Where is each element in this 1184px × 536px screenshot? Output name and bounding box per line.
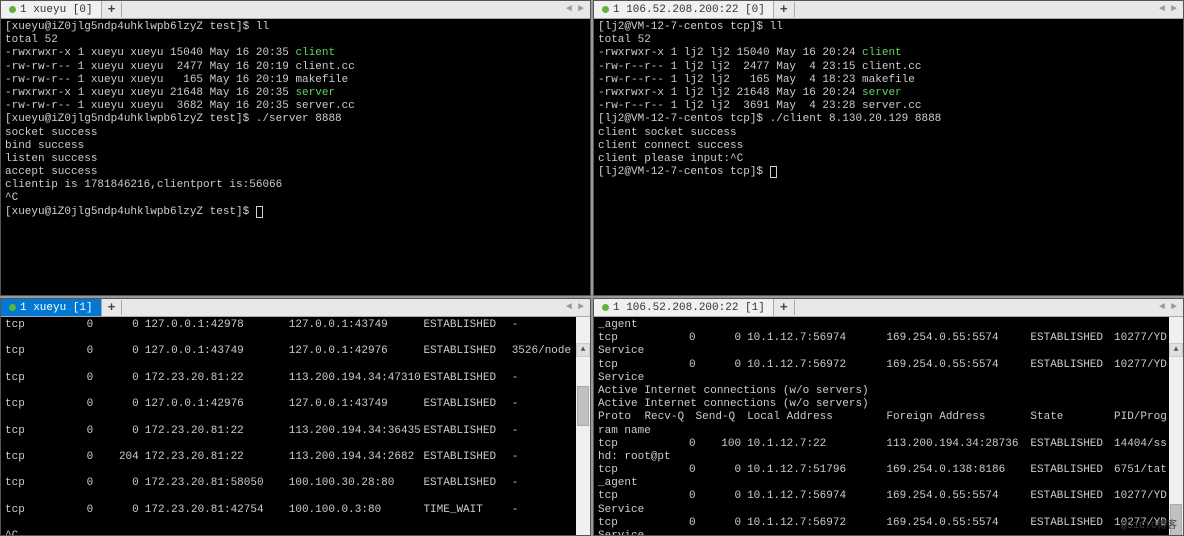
- status-dot-icon: [9, 304, 16, 311]
- terminal-output[interactable]: [xueyu@iZ0jlg5ndp4uhklwpb6lzyZ test]$ ll…: [1, 19, 590, 295]
- tab-bar: 1 106.52.208.200:22 [1] + ◄ ►: [594, 299, 1183, 317]
- tab-bar: 1 106.52.208.200:22 [0] + ◄ ►: [594, 1, 1183, 19]
- add-tab-button[interactable]: +: [102, 2, 123, 17]
- table-row: tcp0010.1.12.7:56972169.254.0.55:5574EST…: [598, 517, 1179, 530]
- tab-nav-right-icon[interactable]: ►: [576, 302, 586, 313]
- tab-session[interactable]: 1 106.52.208.200:22 [1]: [594, 299, 774, 316]
- tab-bar: 1 xueyu [0] + ◄ ►: [1, 1, 590, 19]
- status-dot-icon: [602, 6, 609, 13]
- tab-session[interactable]: 1 xueyu [0]: [1, 1, 102, 18]
- table-row: tcp0010.1.12.7:56972169.254.0.55:5574EST…: [598, 359, 1179, 372]
- scrollbar[interactable]: ▲: [576, 317, 590, 535]
- table-row: tcp010010.1.12.7:22113.200.194.34:28736E…: [598, 438, 1179, 451]
- tab-label: 1 106.52.208.200:22 [1]: [613, 302, 765, 314]
- terminal-output[interactable]: tcp00127.0.0.1:42978127.0.0.1:43749ESTAB…: [1, 317, 590, 535]
- pane-top-left: 1 xueyu [0] + ◄ ► [xueyu@iZ0jlg5ndp4uhkl…: [0, 0, 591, 296]
- tab-label: 1 106.52.208.200:22 [0]: [613, 4, 765, 16]
- scrollbar[interactable]: ▲: [1169, 317, 1183, 535]
- tab-nav-left-icon[interactable]: ◄: [564, 302, 574, 313]
- pane-bottom-left: 1 xueyu [1] + ◄ ► tcp00127.0.0.1:4297812…: [0, 298, 591, 536]
- scroll-up-icon[interactable]: ▲: [576, 343, 590, 357]
- table-row: tcp0010.1.12.7:56974169.254.0.55:5574EST…: [598, 332, 1179, 345]
- tab-nav-left-icon[interactable]: ◄: [564, 4, 574, 15]
- tab-session[interactable]: 1 106.52.208.200:22 [0]: [594, 1, 774, 18]
- table-row: tcp00172.23.20.81:22113.200.194.34:47310…: [5, 372, 586, 385]
- scroll-up-icon[interactable]: ▲: [1169, 343, 1183, 357]
- terminal-output[interactable]: _agenttcp0010.1.12.7:56974169.254.0.55:5…: [594, 317, 1183, 535]
- table-row: tcp0010.1.12.7:51796169.254.0.138:8186ES…: [598, 464, 1179, 477]
- tab-nav-right-icon[interactable]: ►: [1169, 4, 1179, 15]
- tab-label: 1 xueyu [0]: [20, 4, 93, 16]
- terminal-output[interactable]: [lj2@VM-12-7-centos tcp]$ lltotal 52-rwx…: [594, 19, 1183, 295]
- status-dot-icon: [9, 6, 16, 13]
- table-row: tcp00127.0.0.1:43749127.0.0.1:42976ESTAB…: [5, 345, 586, 358]
- table-row: tcp0204172.23.20.81:22113.200.194.34:268…: [5, 451, 586, 464]
- scroll-thumb[interactable]: [577, 386, 589, 426]
- table-row: tcp0010.1.12.7:56974169.254.0.55:5574EST…: [598, 490, 1179, 503]
- add-tab-button[interactable]: +: [774, 300, 795, 315]
- table-row: tcp00127.0.0.1:42978127.0.0.1:43749ESTAB…: [5, 319, 586, 332]
- table-row: tcp00172.23.20.81:58050100.100.30.28:80E…: [5, 477, 586, 490]
- table-row: tcp00127.0.0.1:42976127.0.0.1:43749ESTAB…: [5, 398, 586, 411]
- tab-label: 1 xueyu [1]: [20, 302, 93, 314]
- tab-bar: 1 xueyu [1] + ◄ ►: [1, 299, 590, 317]
- pane-bottom-right: 1 106.52.208.200:22 [1] + ◄ ► _agenttcp0…: [593, 298, 1184, 536]
- tab-nav-right-icon[interactable]: ►: [1169, 302, 1179, 313]
- add-tab-button[interactable]: +: [102, 300, 123, 315]
- table-row: tcp00172.23.20.81:42754100.100.0.3:80TIM…: [5, 504, 586, 517]
- table-row: tcp00172.23.20.81:22113.200.194.34:36435…: [5, 425, 586, 438]
- tab-nav-right-icon[interactable]: ►: [576, 4, 586, 15]
- tab-nav-left-icon[interactable]: ◄: [1157, 4, 1167, 15]
- tab-session[interactable]: 1 xueyu [1]: [1, 299, 102, 316]
- add-tab-button[interactable]: +: [774, 2, 795, 17]
- watermark: @51CTO博客: [1121, 521, 1177, 533]
- pane-top-right: 1 106.52.208.200:22 [0] + ◄ ► [lj2@VM-12…: [593, 0, 1184, 296]
- status-dot-icon: [602, 304, 609, 311]
- tab-nav-left-icon[interactable]: ◄: [1157, 302, 1167, 313]
